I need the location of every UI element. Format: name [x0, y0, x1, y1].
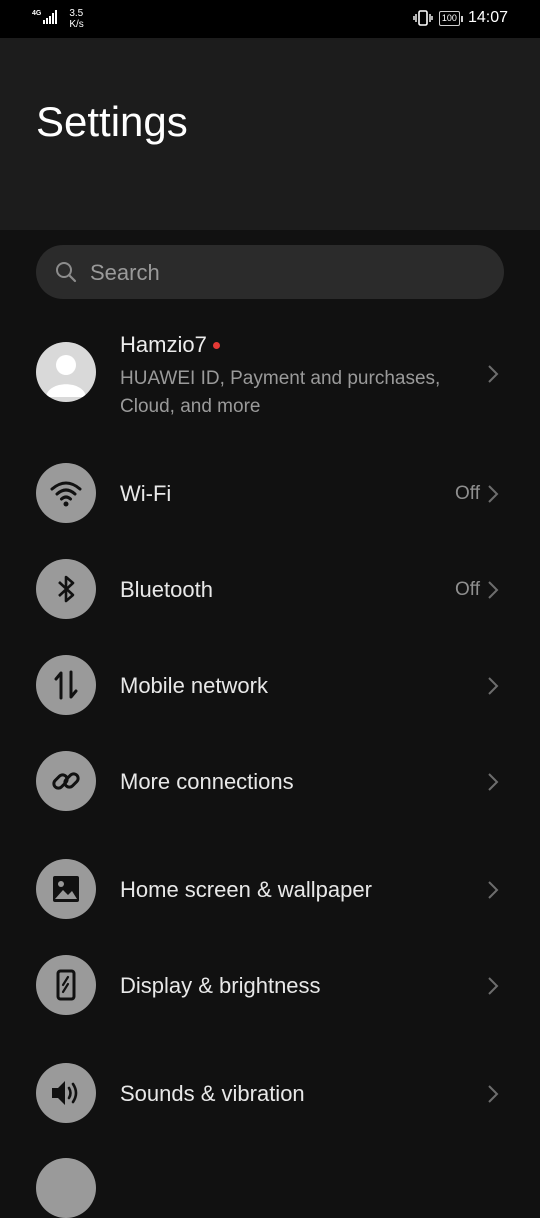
next-item-icon[interactable]	[36, 1158, 96, 1218]
status-left: 4G 3.5 K/s	[32, 8, 84, 30]
settings-item-sounds-vibration[interactable]: Sounds & vibration	[0, 1055, 540, 1135]
settings-item-mobile-network[interactable]: Mobile network	[0, 647, 540, 727]
home-screen-wallpaper-label: Home screen & wallpaper	[120, 877, 372, 902]
wifi-icon	[36, 463, 96, 523]
search-bar[interactable]: Search	[36, 245, 504, 299]
sounds-vibration-label: Sounds & vibration	[120, 1081, 305, 1106]
chevron-right-icon	[488, 677, 499, 695]
network-speed-unit: K/s	[69, 19, 84, 30]
search-icon	[56, 262, 77, 283]
network-speed: 3.5 K/s	[69, 8, 83, 30]
speaker-icon	[36, 1063, 96, 1123]
mobile-network-label: Mobile network	[120, 673, 268, 698]
account-name-row: Hamzio7	[120, 332, 220, 358]
settings-item-more-connections[interactable]: More connections	[0, 743, 540, 823]
vibrate-icon	[413, 10, 433, 26]
chevron-right-icon	[488, 773, 499, 791]
account-name: Hamzio7	[120, 332, 207, 357]
search-placeholder: Search	[90, 260, 160, 285]
bluetooth-label: Bluetooth	[120, 577, 213, 602]
page-title: Settings	[36, 98, 188, 145]
notification-dot	[212, 341, 220, 349]
chevron-right-icon	[488, 977, 499, 995]
clock: 14:07	[467, 9, 508, 26]
settings-item-display-brightness[interactable]: Display & brightness	[0, 947, 540, 1027]
settings-item-home-screen-wallpaper[interactable]: Home screen & wallpaper	[0, 851, 540, 931]
display-brightness-label: Display & brightness	[120, 973, 321, 998]
link-icon	[36, 751, 96, 811]
user-avatar-icon	[36, 342, 96, 402]
wifi-status: Off	[455, 483, 480, 504]
display-icon	[36, 955, 96, 1015]
wifi-label: Wi-Fi	[120, 481, 172, 506]
network-speed-value: 3.5	[69, 8, 84, 19]
mobile-data-icon	[36, 655, 96, 715]
image-icon	[36, 859, 96, 919]
bluetooth-status: Off	[455, 579, 480, 600]
signal-icon	[43, 10, 58, 24]
chevron-right-icon	[488, 365, 499, 383]
status-bar: 4G 3.5 K/s 100 14:07	[0, 0, 540, 38]
more-connections-label: More connections	[120, 769, 294, 794]
battery-icon: 100	[438, 10, 463, 26]
chevron-right-icon	[488, 581, 499, 599]
chevron-right-icon	[488, 881, 499, 899]
settings-item-wifi[interactable]: Wi-Fi Off	[0, 455, 540, 535]
network-type: 4G	[32, 10, 42, 17]
bluetooth-icon	[36, 559, 96, 619]
account-subtitle: HUAWEI ID, Payment and purchases, Cloud,…	[120, 368, 441, 417]
chevron-right-icon	[488, 485, 499, 503]
status-right: 100 14:07	[413, 9, 508, 27]
settings-item-bluetooth[interactable]: Bluetooth Off	[0, 551, 540, 631]
chevron-right-icon	[488, 1085, 499, 1103]
